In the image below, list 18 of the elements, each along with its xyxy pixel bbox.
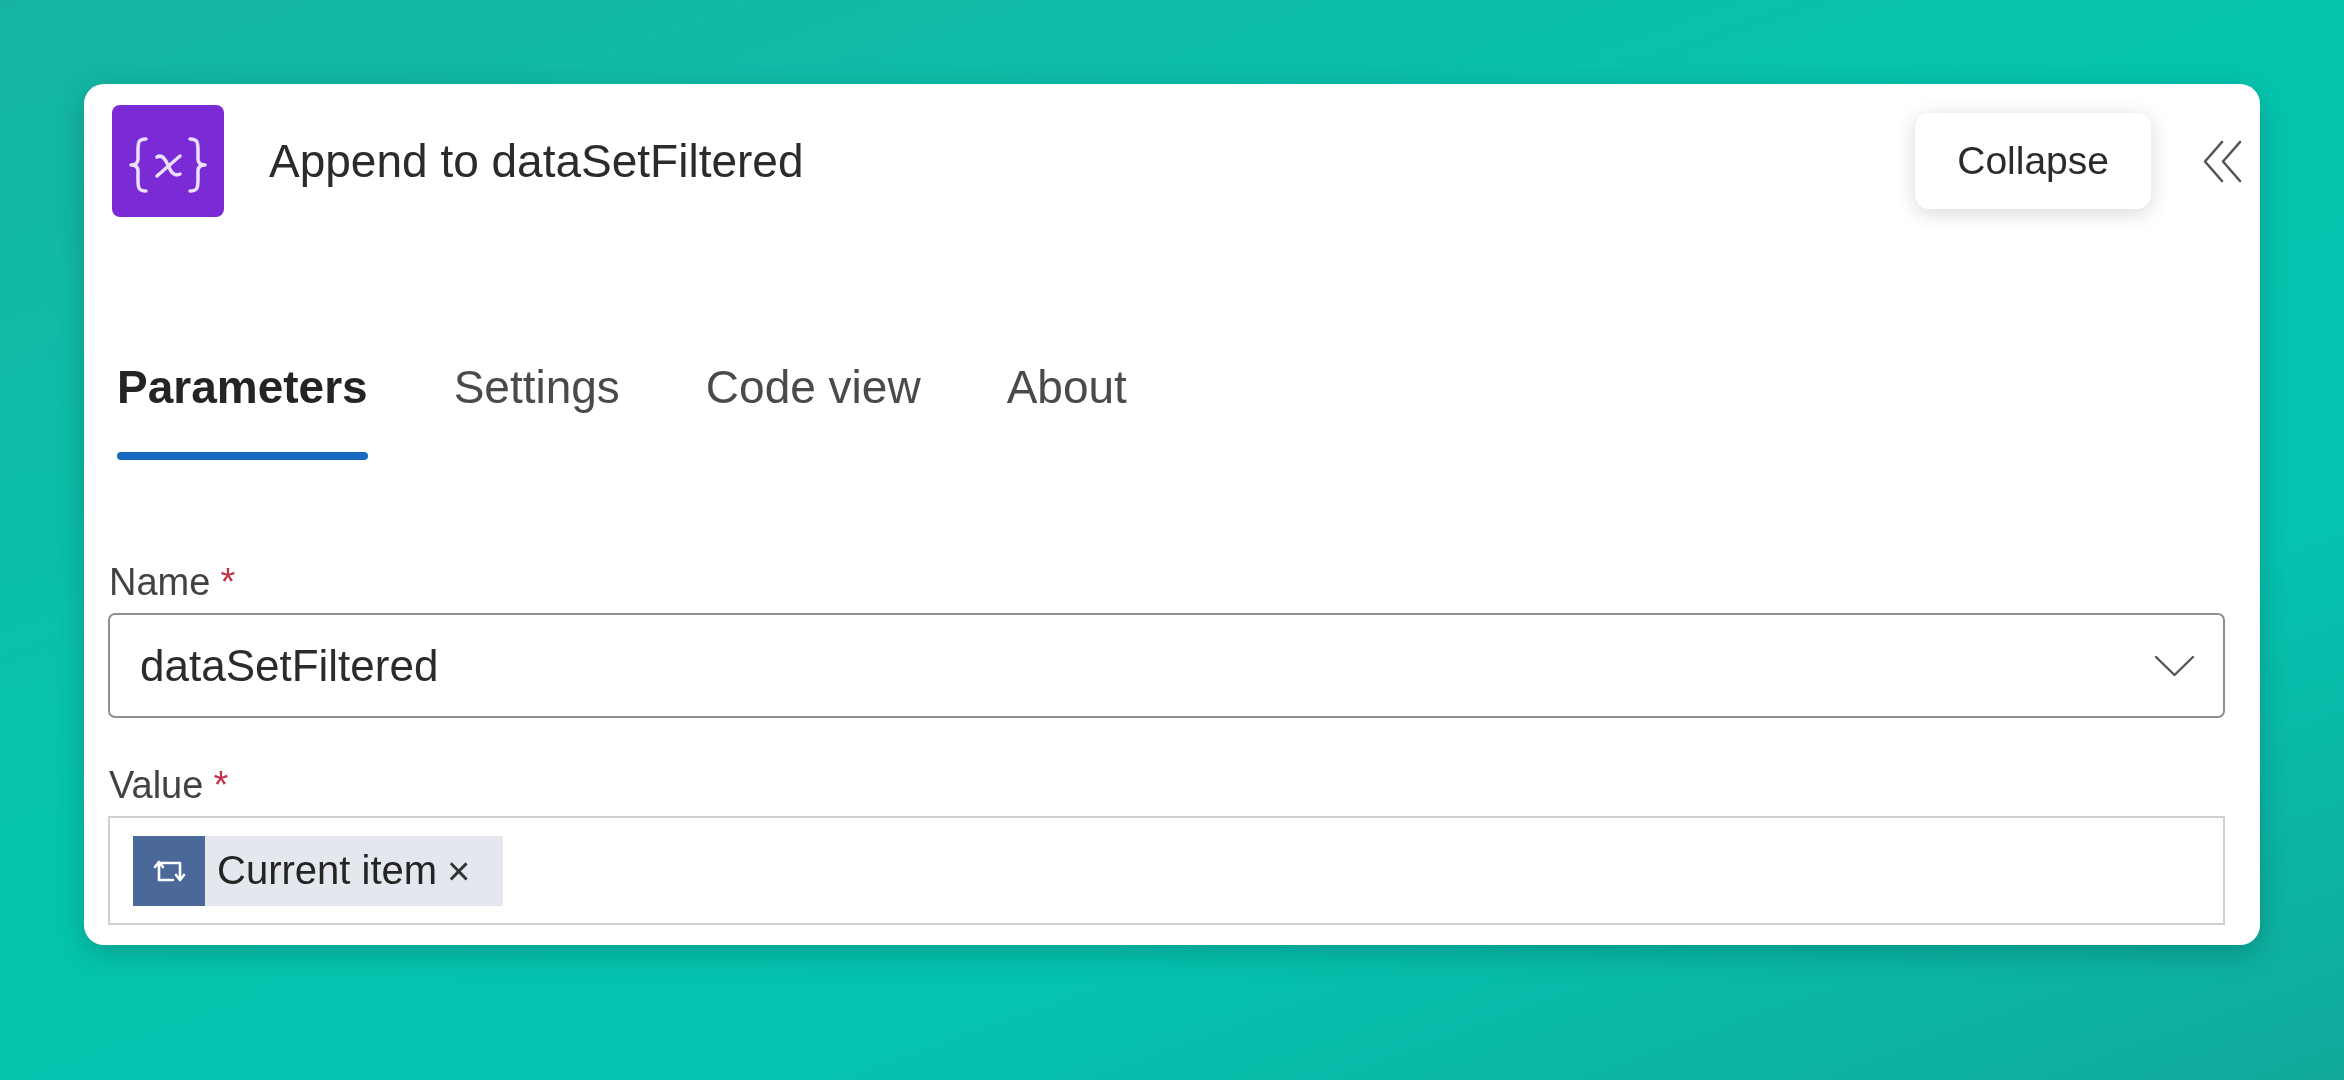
double-chevron-left-icon[interactable] [2202, 139, 2243, 183]
chevron-down-icon [2154, 654, 2195, 677]
loop-arrows-icon [133, 835, 205, 906]
tab[interactable]: About [1006, 360, 1127, 460]
required-mark: * [220, 560, 236, 605]
tab[interactable]: Parameters [117, 360, 368, 460]
token-label: Current item [217, 848, 438, 893]
collapse-tooltip: Collapse [1915, 113, 2151, 209]
action-title: Append to dataSetFiltered [269, 134, 804, 189]
tab[interactable]: Code view [705, 360, 921, 460]
remove-token-button[interactable]: × [437, 846, 504, 895]
dropdown-field[interactable]: dataSetFiltered [108, 613, 2225, 718]
tab[interactable]: Settings [453, 360, 620, 460]
field-label: Name [109, 560, 211, 605]
required-mark: * [213, 763, 229, 808]
token-input-field[interactable]: Current item × [108, 816, 2225, 925]
curly-braces-icon [112, 105, 224, 217]
field-label: Value [109, 763, 204, 808]
